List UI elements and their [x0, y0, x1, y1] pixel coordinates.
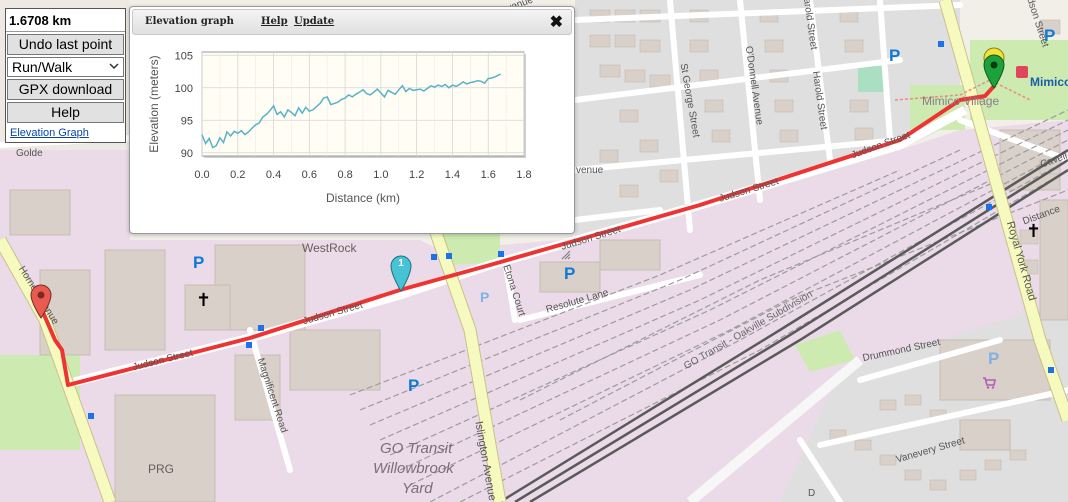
dialog-update-link[interactable]: Update — [294, 16, 334, 27]
route-distance: 1.6708 km — [6, 9, 125, 32]
x-axis-label: Distance (km) — [326, 191, 400, 205]
shopping-cart-icon — [982, 376, 996, 389]
x-tick-label: 0.0 — [194, 169, 209, 181]
y-tick-label: 95 — [181, 115, 193, 127]
x-tick-label: 0.8 — [337, 169, 352, 181]
gpx-download-button[interactable]: GPX download — [7, 79, 124, 100]
help-button[interactable]: Help — [7, 102, 124, 123]
x-tick-label: 0.2 — [230, 169, 245, 181]
x-tick-label: 1.2 — [409, 169, 424, 181]
end-marker[interactable] — [982, 53, 1006, 89]
dialog-header[interactable]: Elevation graph Help Update ✖ — [132, 9, 572, 35]
dialog-title: Elevation graph — [145, 16, 234, 27]
x-tick-label: 0.6 — [302, 169, 317, 181]
activity-mode-value: Run/Walk — [12, 59, 73, 75]
start-marker[interactable] — [29, 283, 53, 319]
x-tick-label: 0.4 — [266, 169, 281, 181]
waypoint-marker[interactable]: 1 — [389, 254, 413, 292]
y-tick-label: 90 — [181, 148, 193, 160]
y-tick-label: 100 — [175, 83, 193, 95]
x-tick-label: 1.0 — [373, 169, 388, 181]
route-control-panel: 1.6708 km Undo last point Run/Walk GPX d… — [5, 8, 126, 143]
y-axis-label: Elevation (meters) — [147, 55, 161, 152]
activity-mode-select[interactable]: Run/Walk — [7, 57, 124, 77]
station-icon — [1016, 66, 1028, 78]
dialog-help-link[interactable]: Help — [261, 16, 288, 27]
elevation-graph-dialog: Elevation graph Help Update ✖ 0.0 0.2 0.4 0… — [129, 6, 575, 260]
waypoint-number: 1 — [398, 258, 404, 269]
elevation-graph-link[interactable]: Elevation Graph — [6, 123, 125, 142]
undo-last-point-button[interactable]: Undo last point — [7, 34, 124, 55]
y-tick-label: 105 — [175, 50, 193, 62]
x-tick-label: 1.6 — [481, 169, 496, 181]
x-tick-label: 1.8 — [516, 169, 531, 181]
resize-grip-icon[interactable] — [561, 220, 571, 260]
x-tick-label: 1.4 — [445, 169, 460, 181]
elevation-chart: 0.0 0.2 0.4 0.6 0.8 1.0 1.2 1.4 1.6 1.8 90 95 100 105… — [147, 50, 532, 205]
chevron-down-icon — [109, 62, 119, 73]
close-icon[interactable]: ✖ — [550, 12, 563, 32]
